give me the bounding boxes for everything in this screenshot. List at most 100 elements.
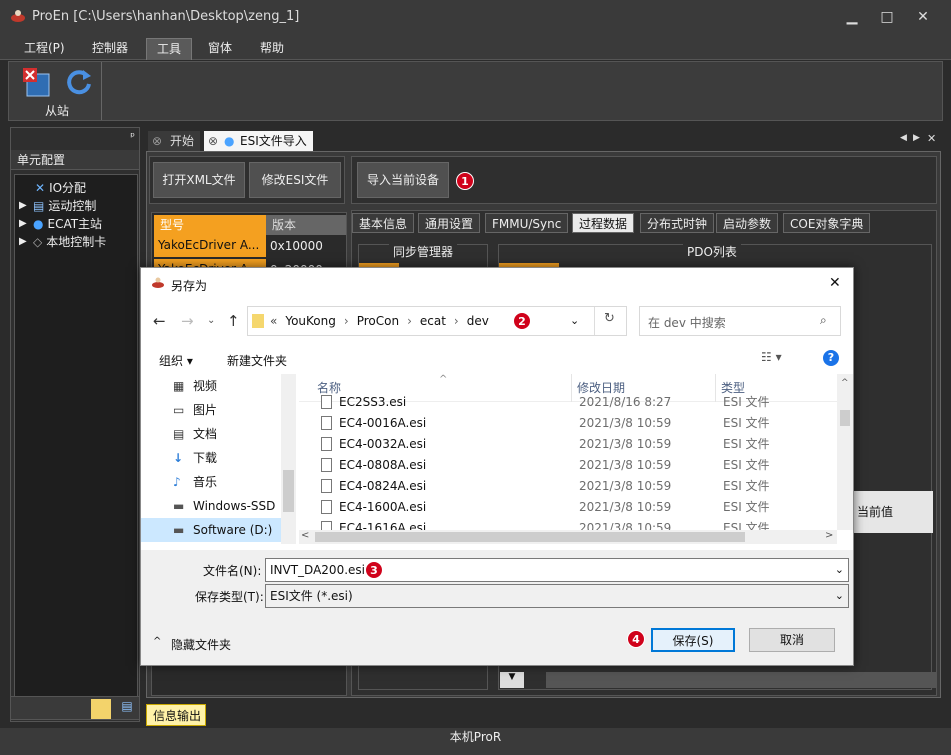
filetype-dropdown-icon[interactable]: ⌄ (835, 585, 844, 607)
path-segment[interactable]: ecat (420, 314, 446, 328)
import-device-button[interactable]: 导入当前设备 (357, 162, 449, 198)
tab-distributed-clock[interactable]: 分布式时钟 (640, 213, 715, 233)
file-hscrollbar[interactable]: < > (299, 530, 837, 544)
file-row[interactable]: EC4-1600A.esi 2021/3/8 10:59 ESI 文件 (299, 497, 853, 518)
filetype-select[interactable]: ESI文件 (*.esi) ⌄ (265, 584, 849, 608)
file-date: 2021/3/8 10:59 (579, 500, 672, 514)
path-segment[interactable]: dev (467, 314, 489, 328)
expand-arrow-icon[interactable]: ▶ (19, 197, 33, 215)
menu-window[interactable]: 窗体 (198, 38, 242, 60)
path-segment[interactable]: YouKong (285, 314, 336, 328)
tab-scroll-right-icon[interactable]: ▶ (913, 133, 920, 143)
new-folder-button[interactable]: 新建文件夹 (227, 352, 287, 369)
organize-button[interactable]: 组织 ▾ (159, 352, 193, 369)
tree-node-ecat[interactable]: ▶ ● ECAT主站 (15, 215, 137, 233)
dialog-close-button[interactable]: ✕ (829, 275, 841, 291)
tree-node-io[interactable]: ✕ IO分配 (15, 179, 137, 197)
nav-item-music[interactable]: ♪ 音乐 (141, 470, 296, 494)
device-icon[interactable]: ▤ (117, 699, 137, 719)
nav-item-documents[interactable]: ▤ 文档 (141, 422, 296, 446)
recent-dropdown-icon[interactable]: ⌄ (207, 315, 215, 326)
search-input[interactable]: 在 dev 中搜索 (648, 314, 726, 331)
scroll-left-icon[interactable]: < (301, 530, 309, 541)
file-row[interactable]: EC4-0808A.esi 2021/3/8 10:59 ESI 文件 (299, 455, 853, 476)
slave-ribbon-button[interactable]: 从站 (21, 66, 105, 118)
hide-folders-button[interactable]: 隐藏文件夹 (171, 636, 231, 653)
tree-node-local-card[interactable]: ▶ ◇ 本地控制卡 (15, 233, 137, 251)
nav-item-pictures[interactable]: ▭ 图片 (141, 398, 296, 422)
tab-close-icon[interactable]: ⊗ (208, 131, 218, 151)
file-row[interactable]: EC2SS3.esi 2021/8/16 8:27 ESI 文件 (299, 392, 853, 413)
tab-close-icon[interactable]: ⊗ (152, 131, 162, 151)
help-icon[interactable]: ? (823, 350, 839, 366)
chevron-up-icon[interactable]: ^ (153, 636, 161, 647)
minimize-button[interactable]: ▁ (842, 7, 862, 27)
app-logo-icon (151, 277, 165, 292)
table-row[interactable]: YakoEcDriver A... 0x10000 (154, 235, 346, 257)
tab-process-data[interactable]: 过程数据 (572, 213, 635, 233)
tab-fmmu-sync[interactable]: FMMU/Sync (485, 213, 569, 233)
search-box[interactable]: 在 dev 中搜索 ⌕ (639, 306, 841, 336)
file-icon (321, 437, 332, 451)
nav-item-windows-ssd[interactable]: ▬ Windows-SSD (141, 494, 296, 518)
save-button[interactable]: 保存(S) (651, 628, 735, 652)
pin-icon[interactable]: ᵖ (130, 130, 135, 143)
scroll-right-icon[interactable]: > (825, 530, 833, 541)
scroll-down-icon[interactable]: ▼ (500, 672, 524, 688)
tab-coe-dictionary[interactable]: COE对象字典 (783, 213, 871, 233)
nav-scrollbar[interactable] (281, 374, 296, 544)
scroll-up-icon[interactable]: ^ (841, 378, 849, 388)
menu-tools[interactable]: 工具 (146, 38, 193, 60)
address-bar[interactable]: « YouKong › ProCon › ecat › dev ⌄ ↻ (247, 306, 627, 336)
tab-general-settings[interactable]: 通用设置 (418, 213, 481, 233)
tab-close-all-icon[interactable]: ✕ (927, 132, 936, 145)
expand-arrow-icon[interactable]: ▶ (19, 233, 33, 251)
navigation-pane: ▦ 视频 ▭ 图片 ▤ 文档 ↓ 下载 ♪ 音乐 ▬ Windows-SSD ▬ Softwa… (141, 374, 296, 544)
device-tree: ✕ IO分配 ▶ ▤ 运动控制 ▶ ● ECAT主站 ▶ ◇ 本地控制卡 (14, 174, 138, 719)
notes-icon[interactable] (91, 699, 111, 719)
nav-item-software-d[interactable]: ▬ Software (D:) (141, 518, 296, 542)
file-date: 2021/3/8 10:59 (579, 458, 672, 472)
tab-esi-import[interactable]: ⊗ ● ESI文件导入 (204, 131, 313, 151)
expand-arrow-icon[interactable]: ▶ (19, 215, 33, 233)
tab-basic-info[interactable]: 基本信息 (352, 213, 415, 233)
file-scrollbar[interactable]: ^ (837, 374, 853, 530)
cancel-button[interactable]: 取消 (749, 628, 835, 652)
filename-input[interactable]: INVT_DA200.esi ⌄ (265, 558, 849, 582)
ecat-icon: ● (33, 217, 44, 231)
address-dropdown-icon[interactable]: ⌄ (570, 314, 579, 327)
tab-startup-params[interactable]: 启动参数 (716, 213, 779, 233)
file-row[interactable]: EC4-0032A.esi 2021/3/8 10:59 ESI 文件 (299, 434, 853, 455)
tree-node-motion[interactable]: ▶ ▤ 运动控制 (15, 197, 137, 215)
tab-start[interactable]: ⊗ 开始 (148, 131, 201, 151)
path-segment[interactable]: ProCon (357, 314, 399, 328)
forward-icon[interactable]: → (181, 312, 194, 330)
menu-help[interactable]: 帮助 (250, 38, 294, 60)
file-row[interactable]: EC4-0824A.esi 2021/3/8 10:59 ESI 文件 (299, 476, 853, 497)
back-icon[interactable]: ← (153, 312, 166, 330)
file-scroll-thumb[interactable] (840, 410, 850, 426)
maximize-button[interactable]: □ (877, 7, 897, 27)
filename-dropdown-icon[interactable]: ⌄ (835, 559, 844, 581)
tab-scroll-left-icon[interactable]: ◀ (900, 133, 907, 143)
nav-scroll-thumb[interactable] (283, 470, 294, 512)
nav-label: 音乐 (193, 475, 218, 489)
modify-esi-button[interactable]: 修改ESI文件 (249, 162, 341, 198)
open-xml-button[interactable]: 打开XML文件 (153, 162, 245, 198)
search-icon[interactable]: ⌕ (820, 313, 827, 328)
step-badge: 2 (513, 312, 531, 330)
file-hscroll-thumb[interactable] (315, 532, 745, 542)
nav-item-videos[interactable]: ▦ 视频 (141, 374, 296, 398)
nav-item-downloads[interactable]: ↓ 下载 (141, 446, 296, 470)
menu-controller[interactable]: 控制器 (82, 38, 138, 60)
close-button[interactable]: ✕ (913, 7, 933, 27)
file-row[interactable]: EC4-0016A.esi 2021/3/8 10:59 ESI 文件 (299, 413, 853, 434)
up-icon[interactable]: ↑ (227, 312, 240, 330)
refresh-icon[interactable] (65, 68, 93, 99)
info-output-tab[interactable]: 信息输出 (146, 704, 206, 726)
horizontal-scrollbar[interactable] (546, 672, 936, 688)
refresh-icon[interactable]: ↻ (604, 311, 615, 326)
menu-project[interactable]: 工程(P) (14, 38, 75, 60)
view-options-icon[interactable]: ☷ ▾ (761, 350, 782, 364)
path-overflow[interactable]: « (270, 314, 277, 328)
